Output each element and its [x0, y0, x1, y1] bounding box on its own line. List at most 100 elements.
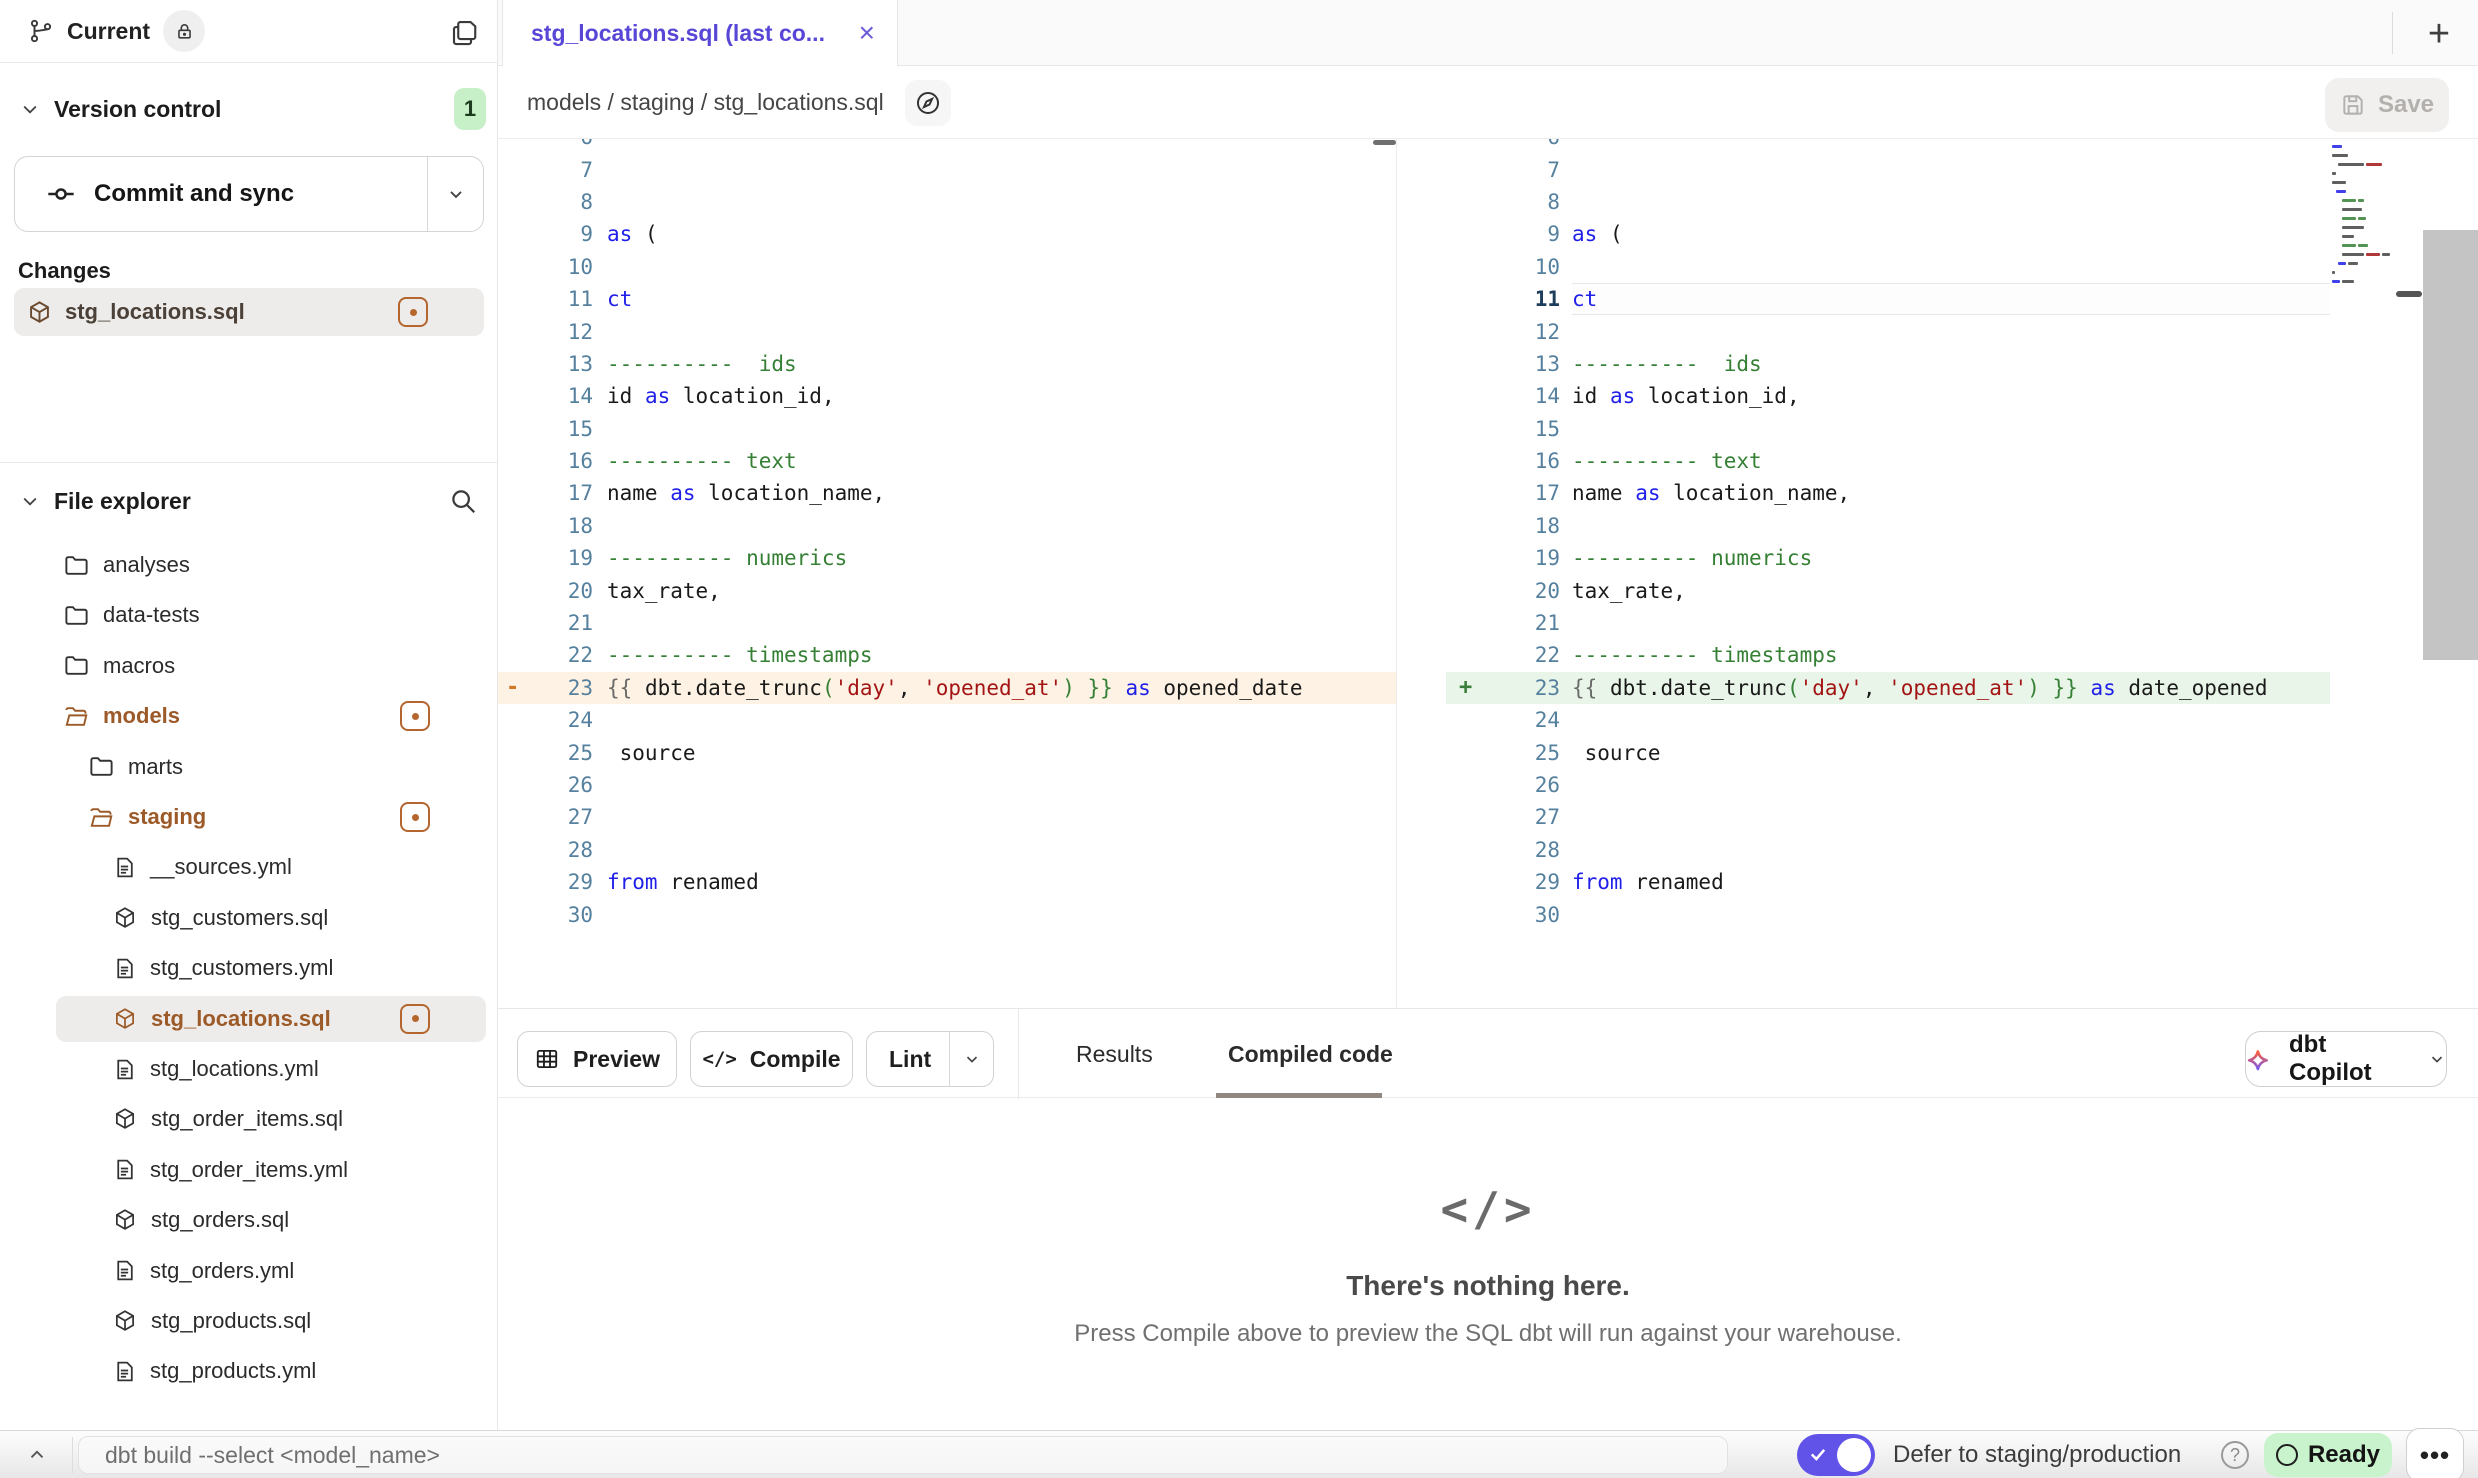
file-tree-item-analyses[interactable]: analyses	[0, 540, 498, 590]
code-brackets-icon: </>	[702, 1048, 736, 1070]
modified-code-line-21[interactable]: 21	[1446, 607, 2330, 639]
original-code-line-21[interactable]: 21	[498, 607, 1396, 639]
original-code-line-24[interactable]: 24	[498, 704, 1396, 736]
defer-toggle[interactable]	[1797, 1434, 1875, 1476]
close-icon[interactable]: ×	[859, 19, 875, 47]
modified-code-line-27[interactable]: 27	[1446, 801, 2330, 833]
modified-code-line-28[interactable]: 28	[1446, 834, 2330, 866]
file-tree-item-stg-products-yml[interactable]: stg_products.yml	[0, 1346, 498, 1396]
original-code-line-7[interactable]: 7	[498, 153, 1396, 185]
file-tree-item-stg-orders-sql[interactable]: stg_orders.sql	[0, 1195, 498, 1245]
preview-button[interactable]: Preview	[517, 1031, 677, 1087]
original-code-line-13[interactable]: 13---------- ids	[498, 348, 1396, 380]
original-code-line-12[interactable]: 12	[498, 315, 1396, 347]
modified-code-line-17[interactable]: 17name as location_name,	[1446, 477, 2330, 509]
file-tree-item-stg-locations-sql[interactable]: stg_locations.sql	[0, 994, 498, 1044]
original-code-line-8[interactable]: 8	[498, 186, 1396, 218]
original-code-line-17[interactable]: 17name as location_name,	[498, 477, 1396, 509]
modified-code-line-24[interactable]: 24	[1446, 704, 2330, 736]
file-tree-item-marts[interactable]: marts	[0, 742, 498, 792]
original-code-line-6[interactable]: 6	[498, 139, 1396, 153]
breadcrumb[interactable]: models / staging / stg_locations.sql	[527, 66, 884, 139]
modified-code-line-9[interactable]: 9as (	[1446, 218, 2330, 250]
command-input[interactable]: dbt build --select <model_name>	[78, 1436, 1728, 1474]
file-tree-item-stg-orders-yml[interactable]: stg_orders.yml	[0, 1246, 498, 1296]
code-text: as (	[607, 218, 1396, 250]
explore-lineage-button[interactable]	[905, 80, 951, 126]
compile-button[interactable]: </> Compile	[690, 1031, 853, 1087]
tab-compiled-code[interactable]: Compiled code	[1228, 1009, 1393, 1099]
original-code-line-23[interactable]: -23{{ dbt.date_trunc('day', 'opened_at')…	[498, 672, 1396, 704]
file-tree-item-data-tests[interactable]: data-tests	[0, 590, 498, 640]
modified-code-line-20[interactable]: 20tax_rate,	[1446, 574, 2330, 606]
modified-code-line-18[interactable]: 18	[1446, 510, 2330, 542]
folder-open-icon	[63, 703, 90, 730]
more-options-button[interactable]: •••	[2406, 1428, 2464, 1478]
original-code-line-15[interactable]: 15	[498, 413, 1396, 445]
file-tree-item-staging[interactable]: staging	[0, 792, 498, 842]
file-tree-item-stg-customers-yml[interactable]: stg_customers.yml	[0, 943, 498, 993]
copy-files-button[interactable]	[445, 13, 483, 51]
file-tree-item-macros[interactable]: macros	[0, 641, 498, 691]
expand-command-panel-button[interactable]	[14, 1431, 60, 1478]
editor-scrollbar-thumb[interactable]	[2423, 230, 2478, 660]
tab-stg-locations[interactable]: stg_locations.sql (last co... ×	[502, 0, 898, 66]
file-tree-item-stg-products-sql[interactable]: stg_products.sql	[0, 1296, 498, 1346]
modified-code-line-23[interactable]: +23{{ dbt.date_trunc('day', 'opened_at')…	[1446, 672, 2330, 704]
modified-code-line-6[interactable]: 6	[1446, 139, 2330, 153]
original-code-line-30[interactable]: 30	[498, 898, 1396, 930]
file-tree-item-stg-customers-sql[interactable]: stg_customers.sql	[0, 893, 498, 943]
modified-code-line-25[interactable]: 25 source	[1446, 736, 2330, 768]
modified-code-line-16[interactable]: 16---------- text	[1446, 445, 2330, 477]
dbt-copilot-button[interactable]: dbt Copilot	[2245, 1031, 2447, 1087]
original-code-line-26[interactable]: 26	[498, 769, 1396, 801]
tab-results[interactable]: Results	[1076, 1009, 1153, 1099]
original-code-line-25[interactable]: 25 source	[498, 736, 1396, 768]
commit-and-sync-button[interactable]: Commit and sync	[14, 156, 484, 232]
original-code-line-19[interactable]: 19---------- numerics	[498, 542, 1396, 574]
lint-button[interactable]: Lint	[867, 1032, 949, 1086]
commit-options-dropdown[interactable]	[427, 157, 483, 231]
modified-code-line-29[interactable]: 29from renamed	[1446, 866, 2330, 898]
original-code-line-10[interactable]: 10	[498, 251, 1396, 283]
changed-file-row[interactable]: stg_locations.sql	[14, 288, 484, 336]
modified-code-line-15[interactable]: 15	[1446, 413, 2330, 445]
modified-code-line-7[interactable]: 7	[1446, 153, 2330, 185]
version-control-section-header[interactable]: Version control 1	[20, 88, 478, 130]
modified-code-line-12[interactable]: 12	[1446, 315, 2330, 347]
save-button[interactable]: Save	[2325, 78, 2449, 132]
original-code-line-11[interactable]: 11ct	[498, 283, 1396, 315]
original-code-line-18[interactable]: 18	[498, 510, 1396, 542]
diff-pane-modified[interactable]: 6789as (1011ct1213---------- ids14id as …	[1446, 139, 2330, 1008]
modified-code-line-19[interactable]: 19---------- numerics	[1446, 542, 2330, 574]
modified-code-line-8[interactable]: 8	[1446, 186, 2330, 218]
original-code-line-20[interactable]: 20tax_rate,	[498, 574, 1396, 606]
new-tab-button[interactable]: +	[2416, 11, 2462, 57]
minimap[interactable]	[2332, 141, 2398, 335]
left-pane-scrollbar-thumb[interactable]	[1373, 140, 1396, 145]
modified-code-line-13[interactable]: 13---------- ids	[1446, 348, 2330, 380]
original-code-line-28[interactable]: 28	[498, 834, 1396, 866]
file-tree-item-stg-order-items-sql[interactable]: stg_order_items.sql	[0, 1094, 498, 1144]
modified-code-line-10[interactable]: 10	[1446, 251, 2330, 283]
modified-code-line-11[interactable]: 11ct	[1446, 283, 2330, 315]
file-tree-item-stg-order-items-yml[interactable]: stg_order_items.yml	[0, 1145, 498, 1195]
diff-pane-original[interactable]: 6789as (1011ct1213---------- ids14id as …	[498, 139, 1396, 1008]
modified-code-line-22[interactable]: 22---------- timestamps	[1446, 639, 2330, 671]
minimap-slider[interactable]	[2396, 291, 2422, 297]
modified-code-line-14[interactable]: 14id as location_id,	[1446, 380, 2330, 412]
file-tree-item--sources-yml[interactable]: __sources.yml	[0, 842, 498, 892]
original-code-line-9[interactable]: 9as (	[498, 218, 1396, 250]
file-tree-item-stg-locations-yml[interactable]: stg_locations.yml	[0, 1044, 498, 1094]
modified-code-line-26[interactable]: 26	[1446, 769, 2330, 801]
original-code-line-22[interactable]: 22---------- timestamps	[498, 639, 1396, 671]
file-tree-item-models[interactable]: models	[0, 691, 498, 741]
search-icon[interactable]	[448, 486, 478, 516]
help-icon[interactable]: ?	[2221, 1441, 2249, 1469]
original-code-line-29[interactable]: 29from renamed	[498, 866, 1396, 898]
original-code-line-16[interactable]: 16---------- text	[498, 445, 1396, 477]
original-code-line-27[interactable]: 27	[498, 801, 1396, 833]
original-code-line-14[interactable]: 14id as location_id,	[498, 380, 1396, 412]
lint-options-dropdown[interactable]	[949, 1032, 993, 1086]
modified-code-line-30[interactable]: 30	[1446, 898, 2330, 930]
